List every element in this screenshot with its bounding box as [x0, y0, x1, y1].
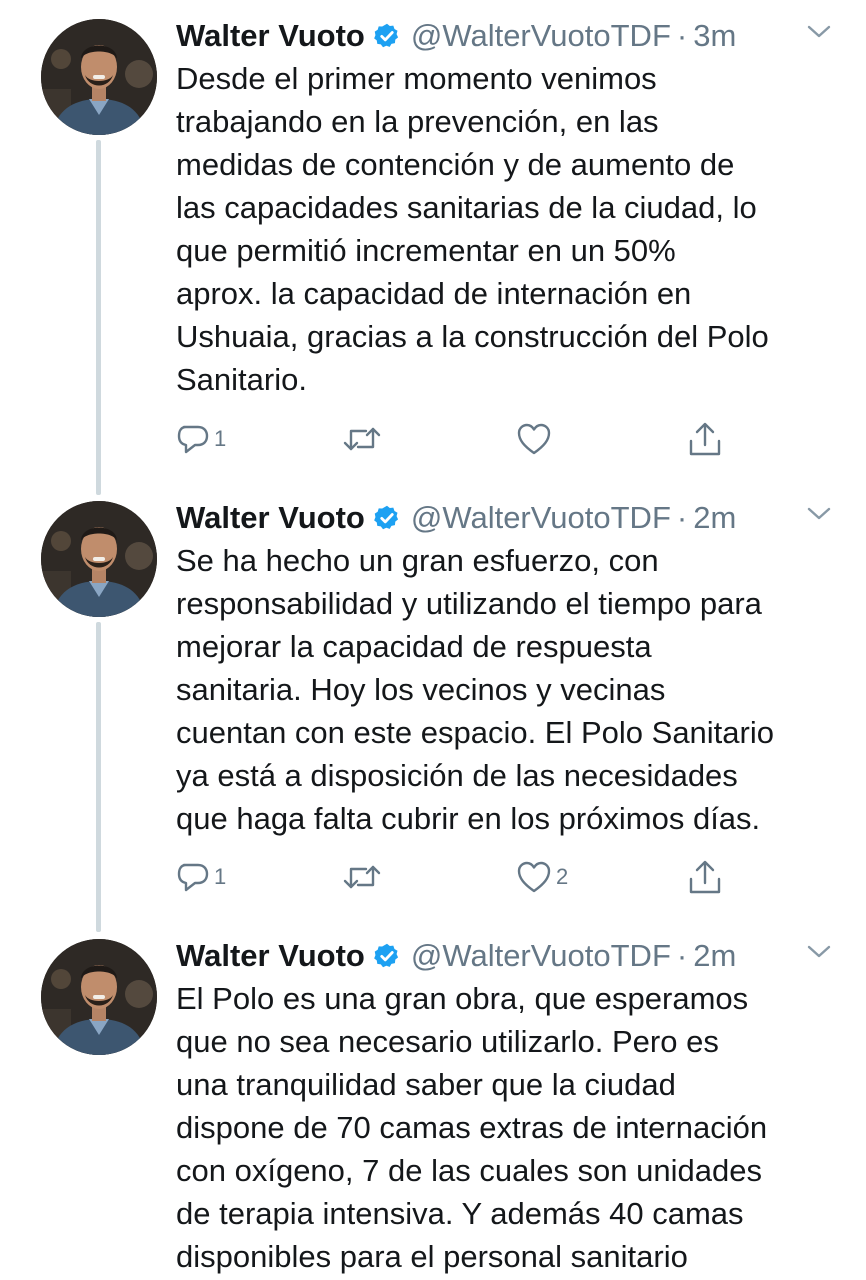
tweet-text: Desde el primer momento venimos trabajan… [176, 61, 769, 397]
retweet-icon [343, 427, 381, 451]
like-count: 2 [556, 864, 569, 889]
chevron-down-icon[interactable] [806, 24, 832, 40]
tweet[interactable]: Walter Vuoto @WalterVuotoTDF · 2m El Pol… [0, 920, 866, 1280]
retweet-button[interactable] [342, 857, 386, 897]
author-handle[interactable]: @WalterVuotoTDF [411, 938, 671, 974]
tweet[interactable]: Walter Vuoto @WalterVuotoTDF · 3m Desde … [0, 0, 866, 480]
tweet-thread: Walter Vuoto @WalterVuotoTDF · 3m Desde … [0, 0, 866, 1280]
tweet-text: Se ha hecho un gran esfuerzo, con respon… [176, 543, 774, 836]
tweet-header: Walter Vuoto @WalterVuotoTDF · 2m [176, 936, 836, 976]
chevron-down-icon[interactable] [806, 944, 832, 960]
heart-icon [517, 861, 551, 893]
tweet-text: El Polo es una gran obra, que esperamos … [176, 981, 768, 1274]
reply-count: 1 [214, 426, 227, 451]
reply-icon [177, 863, 209, 892]
verified-badge-icon [374, 943, 398, 968]
author-handle[interactable]: @WalterVuotoTDF [411, 18, 671, 54]
tweet-actions: 1 2 [176, 857, 736, 897]
timestamp[interactable]: 2m [693, 938, 736, 974]
verified-badge-icon [374, 505, 398, 530]
like-button[interactable]: 2 [516, 857, 568, 897]
author-name[interactable]: Walter Vuoto [176, 500, 365, 536]
reply-button[interactable]: 1 [176, 857, 226, 897]
author-name[interactable]: Walter Vuoto [176, 18, 365, 54]
separator-dot: · [676, 18, 688, 53]
reply-icon [177, 425, 209, 454]
tweet-header: Walter Vuoto @WalterVuotoTDF · 2m [176, 498, 836, 538]
retweet-button[interactable] [342, 419, 386, 459]
separator-dot: · [676, 938, 688, 973]
chevron-down-icon[interactable] [806, 506, 832, 522]
avatar[interactable] [41, 939, 157, 1055]
verified-badge-icon [374, 23, 398, 48]
share-button[interactable] [688, 857, 722, 897]
retweet-icon [343, 865, 381, 889]
avatar[interactable] [41, 19, 157, 135]
tweet[interactable]: Walter Vuoto @WalterVuotoTDF · 2m Se ha … [0, 482, 866, 922]
timestamp[interactable]: 3m [693, 18, 736, 54]
timestamp[interactable]: 2m [693, 500, 736, 536]
share-icon [689, 860, 721, 894]
heart-icon [517, 423, 551, 455]
reply-count: 1 [214, 864, 227, 889]
author-handle[interactable]: @WalterVuotoTDF [411, 500, 671, 536]
tweet-actions: 1 [176, 419, 736, 459]
share-button[interactable] [688, 419, 722, 459]
tweet-header: Walter Vuoto @WalterVuotoTDF · 3m [176, 16, 836, 56]
separator-dot: · [676, 500, 688, 535]
avatar[interactable] [41, 501, 157, 617]
share-icon [689, 422, 721, 456]
author-name[interactable]: Walter Vuoto [176, 938, 365, 974]
like-button[interactable] [516, 419, 556, 459]
reply-button[interactable]: 1 [176, 419, 226, 459]
